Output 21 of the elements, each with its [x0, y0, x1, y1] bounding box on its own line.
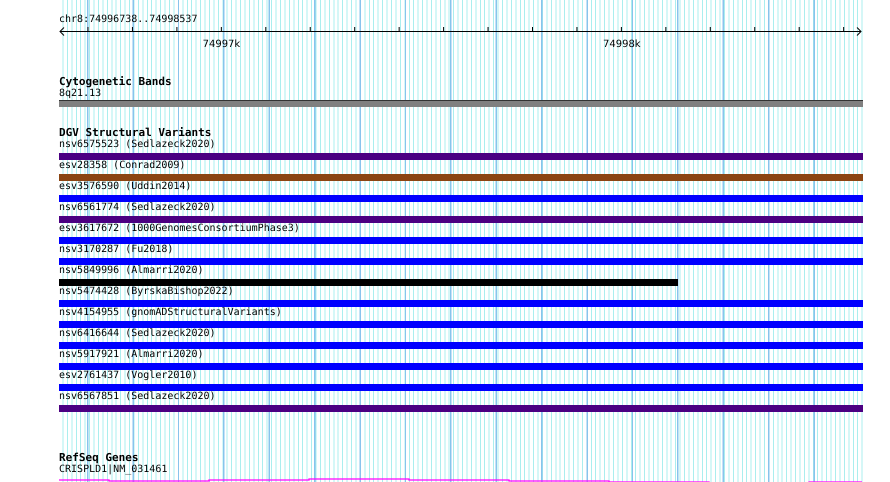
variant-label: esv3576590 (Uddin2014)	[59, 181, 192, 192]
variant-label: esv2761437 (Vogler2010)	[59, 370, 198, 381]
tick-label: 74998k	[603, 39, 641, 50]
variant-label: nsv6567851 (Sedlazeck2020)	[59, 391, 217, 402]
variant-label: nsv6575523 (Sedlazeck2020)	[59, 139, 217, 150]
band-label: 8q21.13	[59, 88, 102, 99]
variant-label: nsv6561774 (Sedlazeck2020)	[59, 202, 217, 213]
tick-label: 74997k	[202, 39, 240, 50]
variant-label: nsv5917921 (Almarri2020)	[59, 349, 204, 360]
variant-label: nsv4154955 (gnomADStructuralVariants)	[59, 307, 283, 318]
variant-label: esv3617672 (1000GenomesConsortiumPhase3)	[59, 223, 301, 234]
location-label: chr8:74996738..74998537	[59, 13, 198, 25]
track-title: Cytogenetic Bands	[59, 76, 173, 88]
variant-label: nsv3170287 (Fu2018)	[59, 244, 174, 255]
variant-label: esv28358 (Conrad2009)	[59, 160, 186, 171]
track-title: RefSeq Genes	[59, 452, 140, 464]
variant-label: nsv6416644 (Sedlazeck2020)	[59, 328, 217, 339]
variant-label: nsv5849996 (Almarri2020)	[59, 265, 204, 276]
track-title: DGV Structural Variants	[59, 127, 212, 139]
variant-label: nsv5474428 (ByrskaBishop2022)	[59, 286, 235, 297]
gene-label: CRISPLD1|NM_031461	[59, 464, 168, 475]
